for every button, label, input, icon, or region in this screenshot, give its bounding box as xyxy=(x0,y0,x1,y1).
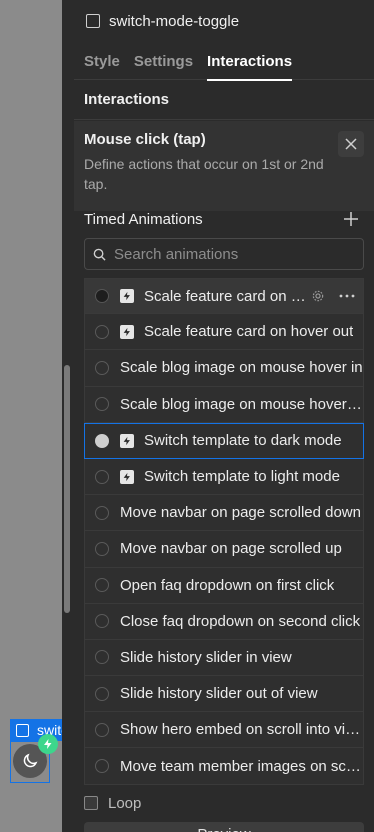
preview-button[interactable]: Preview xyxy=(84,822,364,832)
animation-label: Scale blog image on mouse hover out xyxy=(120,395,363,413)
animation-label: Slide history slider out of view xyxy=(120,685,318,703)
animation-label: Scale feature card on hover in xyxy=(144,287,314,305)
more-horizontal-icon[interactable] xyxy=(339,289,355,303)
trigger-title: Mouse click (tap) xyxy=(84,131,206,148)
panel-tabs: Style Settings Interactions xyxy=(74,42,374,81)
close-icon xyxy=(345,138,357,150)
add-animation-button[interactable] xyxy=(342,208,360,230)
element-type-icon xyxy=(16,723,29,737)
tab-style[interactable]: Style xyxy=(84,42,120,80)
animation-label: Move navbar on page scrolled up xyxy=(120,540,342,558)
list-item[interactable]: Move navbar on page scrolled up xyxy=(84,531,364,568)
animation-label: Close faq dropdown on second click xyxy=(120,612,361,630)
section-title: Interactions xyxy=(74,80,374,120)
list-item[interactable]: Switch template to light mode xyxy=(84,458,364,496)
list-item[interactable]: Scale blog image on mouse hover out xyxy=(84,386,364,423)
radio-button[interactable] xyxy=(95,469,109,484)
close-button[interactable] xyxy=(338,131,364,157)
radio-button[interactable] xyxy=(95,686,109,701)
list-item[interactable]: Open faq dropdown on first click xyxy=(84,567,364,604)
loop-option[interactable]: Loop xyxy=(84,794,141,812)
loop-checkbox[interactable] xyxy=(84,796,98,810)
list-item[interactable]: Move team member images on scroll xyxy=(84,748,364,785)
interactions-panel: switch-mode-toggle Style Settings Intera… xyxy=(74,0,374,832)
animation-label: Open faq dropdown on first click xyxy=(120,576,335,594)
search-field[interactable] xyxy=(84,238,364,270)
animation-label: Move team member images on scroll xyxy=(120,757,363,775)
radio-button[interactable] xyxy=(95,397,109,412)
panel-scrollbar-thumb[interactable] xyxy=(64,365,70,613)
trigger-card: Mouse click (tap) Define actions that oc… xyxy=(74,121,374,211)
radio-button[interactable] xyxy=(95,433,109,448)
lightning-bolt-icon xyxy=(120,289,134,304)
radio-button[interactable] xyxy=(95,505,109,520)
lightning-bolt-icon xyxy=(120,324,134,339)
radio-button[interactable] xyxy=(95,324,109,339)
lightning-bolt-icon xyxy=(120,469,134,484)
lightning-bolt-icon xyxy=(120,433,134,448)
animation-label: Scale blog image on mouse hover in xyxy=(120,359,363,377)
animation-label: Switch template to dark mode xyxy=(144,432,342,450)
animation-label: Scale feature card on hover out xyxy=(144,323,354,341)
animation-label: Move navbar on page scrolled down xyxy=(120,504,361,522)
tab-interactions[interactable]: Interactions xyxy=(207,42,293,81)
animation-list: Scale feature card on hover in Scale feat… xyxy=(84,278,364,785)
radio-button[interactable] xyxy=(95,614,109,629)
lightning-bolt-icon xyxy=(44,739,52,749)
gear-icon[interactable] xyxy=(311,289,325,303)
radio-button[interactable] xyxy=(95,759,109,774)
list-item[interactable]: Slide history slider out of view xyxy=(84,676,364,713)
timed-animations-title: Timed Animations xyxy=(84,210,203,228)
search-icon xyxy=(93,248,106,261)
list-item[interactable]: Scale blog image on mouse hover in xyxy=(84,350,364,387)
list-item[interactable]: Move navbar on page scrolled down xyxy=(84,495,364,532)
list-item[interactable]: Scale feature card on hover out xyxy=(84,314,364,351)
moon-icon xyxy=(23,753,38,768)
animation-label: Slide history slider in view xyxy=(120,648,292,666)
interaction-badge xyxy=(38,734,58,754)
timed-animations-header: Timed Animations xyxy=(74,208,374,230)
radio-button[interactable] xyxy=(95,289,109,304)
search-input[interactable] xyxy=(114,245,354,263)
animation-label: Show hero embed on scroll into view xyxy=(120,721,363,739)
loop-label: Loop xyxy=(108,794,142,812)
radio-button[interactable] xyxy=(95,578,109,593)
list-item[interactable]: Show hero embed on scroll into view xyxy=(84,712,364,749)
list-item[interactable]: Switch template to dark mode xyxy=(84,422,364,459)
radio-button[interactable] xyxy=(95,650,109,665)
radio-button[interactable] xyxy=(95,360,109,375)
trigger-description: Define actions that occur on 1st or 2nd … xyxy=(84,156,324,192)
design-canvas[interactable] xyxy=(0,0,62,832)
list-item[interactable]: Close faq dropdown on second click xyxy=(84,603,364,640)
list-item[interactable]: Scale feature card on hover in xyxy=(84,278,364,315)
list-item[interactable]: Slide history slider in view xyxy=(84,639,364,677)
checkbox-square-icon xyxy=(86,14,100,28)
radio-button[interactable] xyxy=(95,722,109,737)
plus-icon xyxy=(344,212,358,226)
radio-button[interactable] xyxy=(95,541,109,556)
tab-settings[interactable]: Settings xyxy=(134,42,193,80)
element-name: switch-mode-toggle xyxy=(109,12,240,30)
animation-label: Switch template to light mode xyxy=(144,468,340,486)
row-tools xyxy=(311,279,355,313)
element-name-row: switch-mode-toggle xyxy=(74,0,374,42)
